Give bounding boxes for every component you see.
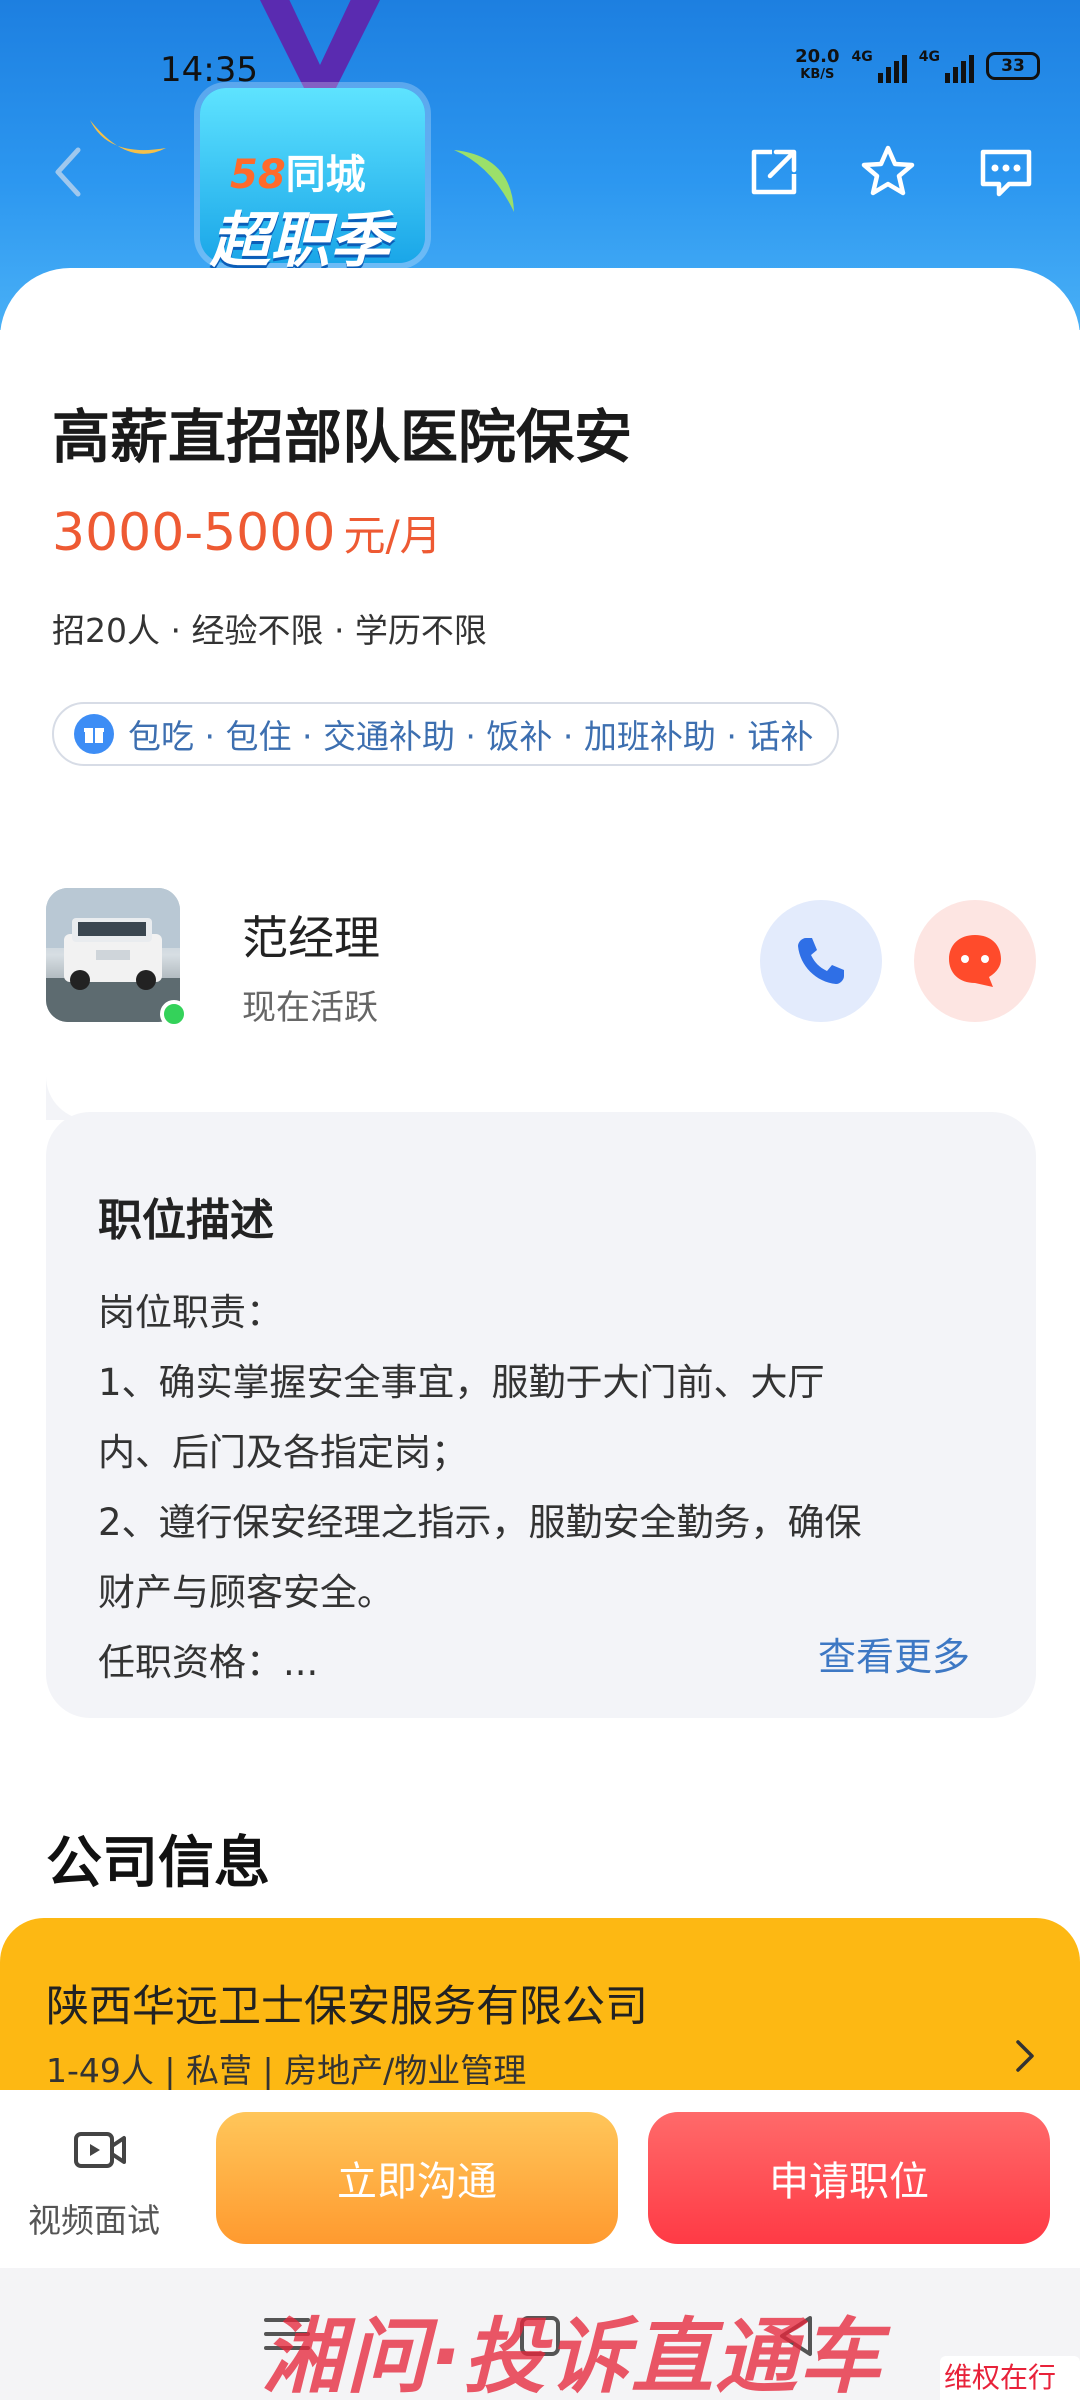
share-icon[interactable] (742, 140, 806, 204)
chevron-right-icon[interactable] (1010, 2036, 1040, 2076)
watermark-text: 湘问·投诉直通车 (262, 2310, 884, 2400)
call-button[interactable] (760, 900, 882, 1022)
online-status-dot (160, 1000, 188, 1028)
net-speed: 20.0 KB/S (795, 46, 840, 83)
message-icon[interactable] (974, 140, 1038, 204)
swoosh-right-graphic (454, 150, 514, 212)
chat-bubble-icon (949, 935, 1001, 987)
description-line: 内、后门及各指定岗； (98, 1431, 468, 1474)
contact-status: 现在活跃 (242, 988, 378, 1028)
job-requirements: 招20人 · 经验不限 · 学历不限 (52, 611, 487, 650)
company-section-heading: 公司信息 (46, 1831, 270, 1896)
description-line: 岗位职责： (98, 1291, 283, 1334)
signal-icon: 4G (919, 49, 974, 83)
apply-job-button[interactable]: 申请职位 (648, 2112, 1050, 2244)
description-line: 2、遵行保安经理之指示，服勤安全勤务，确保 (98, 1501, 862, 1544)
video-camera-icon[interactable] (72, 2122, 128, 2178)
battery-icon: 33 (986, 52, 1040, 80)
video-interview-label[interactable]: 视频面试 (28, 2194, 160, 2242)
phone-icon (798, 938, 844, 984)
description-heading: 职位描述 (98, 1195, 274, 1246)
signal-icon: 4G (852, 49, 907, 83)
description-line: 财产与顾客安全。 (98, 1571, 394, 1614)
chat-now-button[interactable]: 立即沟通 (216, 2112, 618, 2244)
description-notch (46, 1040, 126, 1120)
job-title: 高薪直招部队医院保安 (52, 403, 633, 471)
status-time: 14:35 (160, 50, 258, 90)
benefits-tag[interactable]: 包吃 · 包住 · 交通补助 · 饭补 · 加班补助 · 话补 (52, 702, 840, 766)
status-indicators: 20.0 KB/S 4G 4G 33 (795, 48, 1040, 84)
back-icon[interactable] (36, 140, 100, 204)
salary-range: 3000-5000 元/月 (52, 503, 442, 563)
event-title: 超职季 (210, 206, 390, 276)
fade-overlay (660, 1622, 820, 1684)
contact-name: 范经理 (242, 911, 380, 965)
description-line: 任职资格：... (98, 1641, 319, 1684)
company-meta: 1-49人 | 私营 | 房地产/物业管理 (46, 2051, 527, 2090)
avatar[interactable] (46, 888, 180, 1022)
description-line: 1、确实掌握安全事宜，服勤于大门前、大厅 (98, 1361, 825, 1404)
gift-icon (74, 714, 114, 754)
benefits-text: 包吃 · 包住 · 交通补助 · 饭补 · 加班补助 · 话补 (128, 717, 814, 756)
watermark-subtext: 维权在行动 (940, 2356, 1080, 2400)
company-name: 陕西华远卫士保安服务有限公司 (46, 1982, 648, 2032)
star-icon[interactable] (856, 140, 920, 204)
chat-button[interactable] (914, 900, 1036, 1022)
view-more-link[interactable]: 查看更多 (818, 1626, 970, 1681)
swoosh-left-graphic (90, 120, 166, 154)
